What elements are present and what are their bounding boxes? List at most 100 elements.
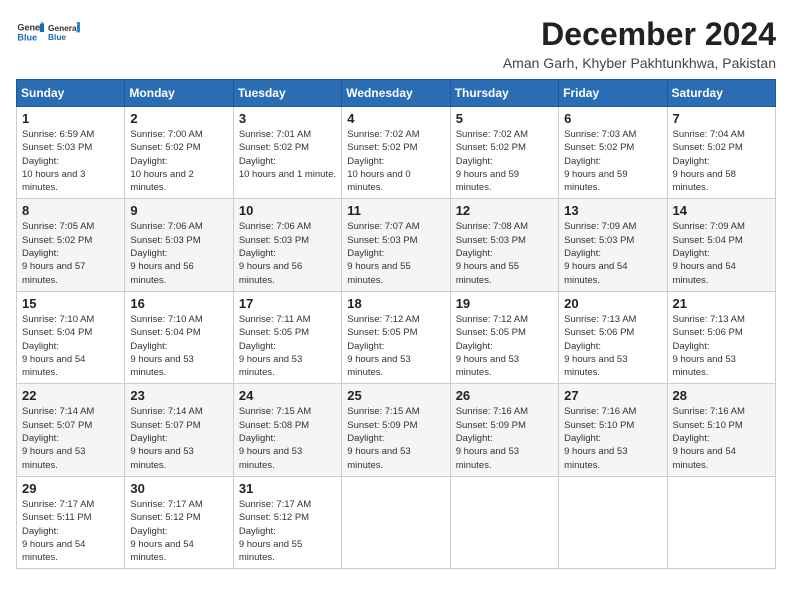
calendar-week-row: 1 Sunrise: 6:59 AM Sunset: 5:03 PM Dayli… — [17, 107, 776, 199]
weekday-header-saturday: Saturday — [667, 80, 775, 107]
day-number: 5 — [456, 111, 553, 126]
day-info: Sunrise: 7:16 AM Sunset: 5:10 PM Dayligh… — [564, 405, 661, 471]
calendar-cell — [450, 476, 558, 568]
calendar-cell: 14 Sunrise: 7:09 AM Sunset: 5:04 PM Dayl… — [667, 199, 775, 291]
calendar-cell: 10 Sunrise: 7:06 AM Sunset: 5:03 PM Dayl… — [233, 199, 341, 291]
daylight-label: Daylight: 9 hours and 55 minutes. — [456, 248, 519, 286]
sunset-label: Sunset: 5:06 PM — [673, 327, 743, 338]
sunset-label: Sunset: 5:04 PM — [130, 327, 200, 338]
day-number: 4 — [347, 111, 444, 126]
calendar-week-row: 15 Sunrise: 7:10 AM Sunset: 5:04 PM Dayl… — [17, 291, 776, 383]
sunrise-label: Sunrise: 7:15 AM — [347, 406, 419, 417]
day-number: 28 — [673, 388, 770, 403]
daylight-label: Daylight: 10 hours and 0 minutes. — [347, 156, 410, 194]
calendar-week-row: 22 Sunrise: 7:14 AM Sunset: 5:07 PM Dayl… — [17, 384, 776, 476]
daylight-label: Daylight: 9 hours and 53 minutes. — [456, 341, 519, 379]
sunset-label: Sunset: 5:06 PM — [564, 327, 634, 338]
sunset-label: Sunset: 5:10 PM — [673, 420, 743, 431]
sunrise-label: Sunrise: 7:00 AM — [130, 129, 202, 140]
sunset-label: Sunset: 5:03 PM — [130, 235, 200, 246]
sunrise-label: Sunrise: 7:01 AM — [239, 129, 311, 140]
daylight-label: Daylight: 9 hours and 53 minutes. — [564, 433, 627, 471]
sunrise-label: Sunrise: 7:13 AM — [673, 314, 745, 325]
calendar-table: SundayMondayTuesdayWednesdayThursdayFrid… — [16, 79, 776, 569]
calendar-cell — [667, 476, 775, 568]
calendar-cell: 20 Sunrise: 7:13 AM Sunset: 5:06 PM Dayl… — [559, 291, 667, 383]
calendar-cell: 6 Sunrise: 7:03 AM Sunset: 5:02 PM Dayli… — [559, 107, 667, 199]
weekday-header-tuesday: Tuesday — [233, 80, 341, 107]
daylight-label: Daylight: 9 hours and 56 minutes. — [130, 248, 193, 286]
sunset-label: Sunset: 5:03 PM — [456, 235, 526, 246]
sunrise-label: Sunrise: 7:14 AM — [130, 406, 202, 417]
calendar-cell: 23 Sunrise: 7:14 AM Sunset: 5:07 PM Dayl… — [125, 384, 233, 476]
calendar-cell: 1 Sunrise: 6:59 AM Sunset: 5:03 PM Dayli… — [17, 107, 125, 199]
day-info: Sunrise: 7:02 AM Sunset: 5:02 PM Dayligh… — [347, 128, 444, 194]
day-number: 6 — [564, 111, 661, 126]
day-info: Sunrise: 7:17 AM Sunset: 5:11 PM Dayligh… — [22, 498, 119, 564]
day-number: 21 — [673, 296, 770, 311]
day-number: 18 — [347, 296, 444, 311]
sunrise-label: Sunrise: 7:03 AM — [564, 129, 636, 140]
sunset-label: Sunset: 5:05 PM — [347, 327, 417, 338]
day-number: 15 — [22, 296, 119, 311]
sunrise-label: Sunrise: 6:59 AM — [22, 129, 94, 140]
sunset-label: Sunset: 5:11 PM — [22, 512, 92, 523]
calendar-cell: 8 Sunrise: 7:05 AM Sunset: 5:02 PM Dayli… — [17, 199, 125, 291]
daylight-label: Daylight: 9 hours and 54 minutes. — [564, 248, 627, 286]
calendar-cell: 3 Sunrise: 7:01 AM Sunset: 5:02 PM Dayli… — [233, 107, 341, 199]
sunset-label: Sunset: 5:03 PM — [239, 235, 309, 246]
day-number: 3 — [239, 111, 336, 126]
day-number: 10 — [239, 203, 336, 218]
day-info: Sunrise: 7:08 AM Sunset: 5:03 PM Dayligh… — [456, 220, 553, 286]
calendar-cell: 12 Sunrise: 7:08 AM Sunset: 5:03 PM Dayl… — [450, 199, 558, 291]
day-number: 24 — [239, 388, 336, 403]
calendar-cell: 15 Sunrise: 7:10 AM Sunset: 5:04 PM Dayl… — [17, 291, 125, 383]
sunset-label: Sunset: 5:02 PM — [564, 142, 634, 153]
daylight-label: Daylight: 10 hours and 2 minutes. — [130, 156, 193, 194]
day-info: Sunrise: 7:06 AM Sunset: 5:03 PM Dayligh… — [239, 220, 336, 286]
sunrise-label: Sunrise: 7:07 AM — [347, 221, 419, 232]
day-info: Sunrise: 7:17 AM Sunset: 5:12 PM Dayligh… — [239, 498, 336, 564]
daylight-label: Daylight: 9 hours and 53 minutes. — [564, 341, 627, 379]
weekday-header-monday: Monday — [125, 80, 233, 107]
sunrise-label: Sunrise: 7:16 AM — [673, 406, 745, 417]
logo-icon: General Blue — [16, 18, 44, 46]
day-info: Sunrise: 7:04 AM Sunset: 5:02 PM Dayligh… — [673, 128, 770, 194]
logo: General Blue General Blue — [16, 16, 80, 48]
sunset-label: Sunset: 5:04 PM — [22, 327, 92, 338]
daylight-label: Daylight: 9 hours and 53 minutes. — [239, 341, 302, 379]
sunset-label: Sunset: 5:02 PM — [130, 142, 200, 153]
day-info: Sunrise: 7:07 AM Sunset: 5:03 PM Dayligh… — [347, 220, 444, 286]
sunrise-label: Sunrise: 7:16 AM — [456, 406, 528, 417]
daylight-label: Daylight: 9 hours and 54 minutes. — [673, 248, 736, 286]
calendar-cell: 26 Sunrise: 7:16 AM Sunset: 5:09 PM Dayl… — [450, 384, 558, 476]
sunrise-label: Sunrise: 7:02 AM — [456, 129, 528, 140]
sunset-label: Sunset: 5:02 PM — [456, 142, 526, 153]
calendar-cell: 30 Sunrise: 7:17 AM Sunset: 5:12 PM Dayl… — [125, 476, 233, 568]
weekday-header-friday: Friday — [559, 80, 667, 107]
daylight-label: Daylight: 9 hours and 53 minutes. — [347, 341, 410, 379]
sunrise-label: Sunrise: 7:16 AM — [564, 406, 636, 417]
sunset-label: Sunset: 5:05 PM — [239, 327, 309, 338]
calendar-week-row: 29 Sunrise: 7:17 AM Sunset: 5:11 PM Dayl… — [17, 476, 776, 568]
sunset-label: Sunset: 5:08 PM — [239, 420, 309, 431]
sunrise-label: Sunrise: 7:04 AM — [673, 129, 745, 140]
daylight-label: Daylight: 9 hours and 54 minutes. — [22, 341, 85, 379]
sunset-label: Sunset: 5:05 PM — [456, 327, 526, 338]
calendar-cell: 22 Sunrise: 7:14 AM Sunset: 5:07 PM Dayl… — [17, 384, 125, 476]
calendar-cell: 17 Sunrise: 7:11 AM Sunset: 5:05 PM Dayl… — [233, 291, 341, 383]
day-number: 22 — [22, 388, 119, 403]
daylight-label: Daylight: 9 hours and 53 minutes. — [673, 341, 736, 379]
day-info: Sunrise: 7:17 AM Sunset: 5:12 PM Dayligh… — [130, 498, 227, 564]
day-number: 31 — [239, 481, 336, 496]
daylight-label: Daylight: 10 hours and 3 minutes. — [22, 156, 85, 194]
day-number: 11 — [347, 203, 444, 218]
general-blue-logo-graphic: General Blue — [48, 16, 80, 48]
sunrise-label: Sunrise: 7:06 AM — [239, 221, 311, 232]
day-number: 8 — [22, 203, 119, 218]
daylight-label: Daylight: 9 hours and 55 minutes. — [239, 526, 302, 564]
calendar-cell: 7 Sunrise: 7:04 AM Sunset: 5:02 PM Dayli… — [667, 107, 775, 199]
sunrise-label: Sunrise: 7:08 AM — [456, 221, 528, 232]
page-title: December 2024 — [503, 16, 776, 53]
calendar-cell: 21 Sunrise: 7:13 AM Sunset: 5:06 PM Dayl… — [667, 291, 775, 383]
